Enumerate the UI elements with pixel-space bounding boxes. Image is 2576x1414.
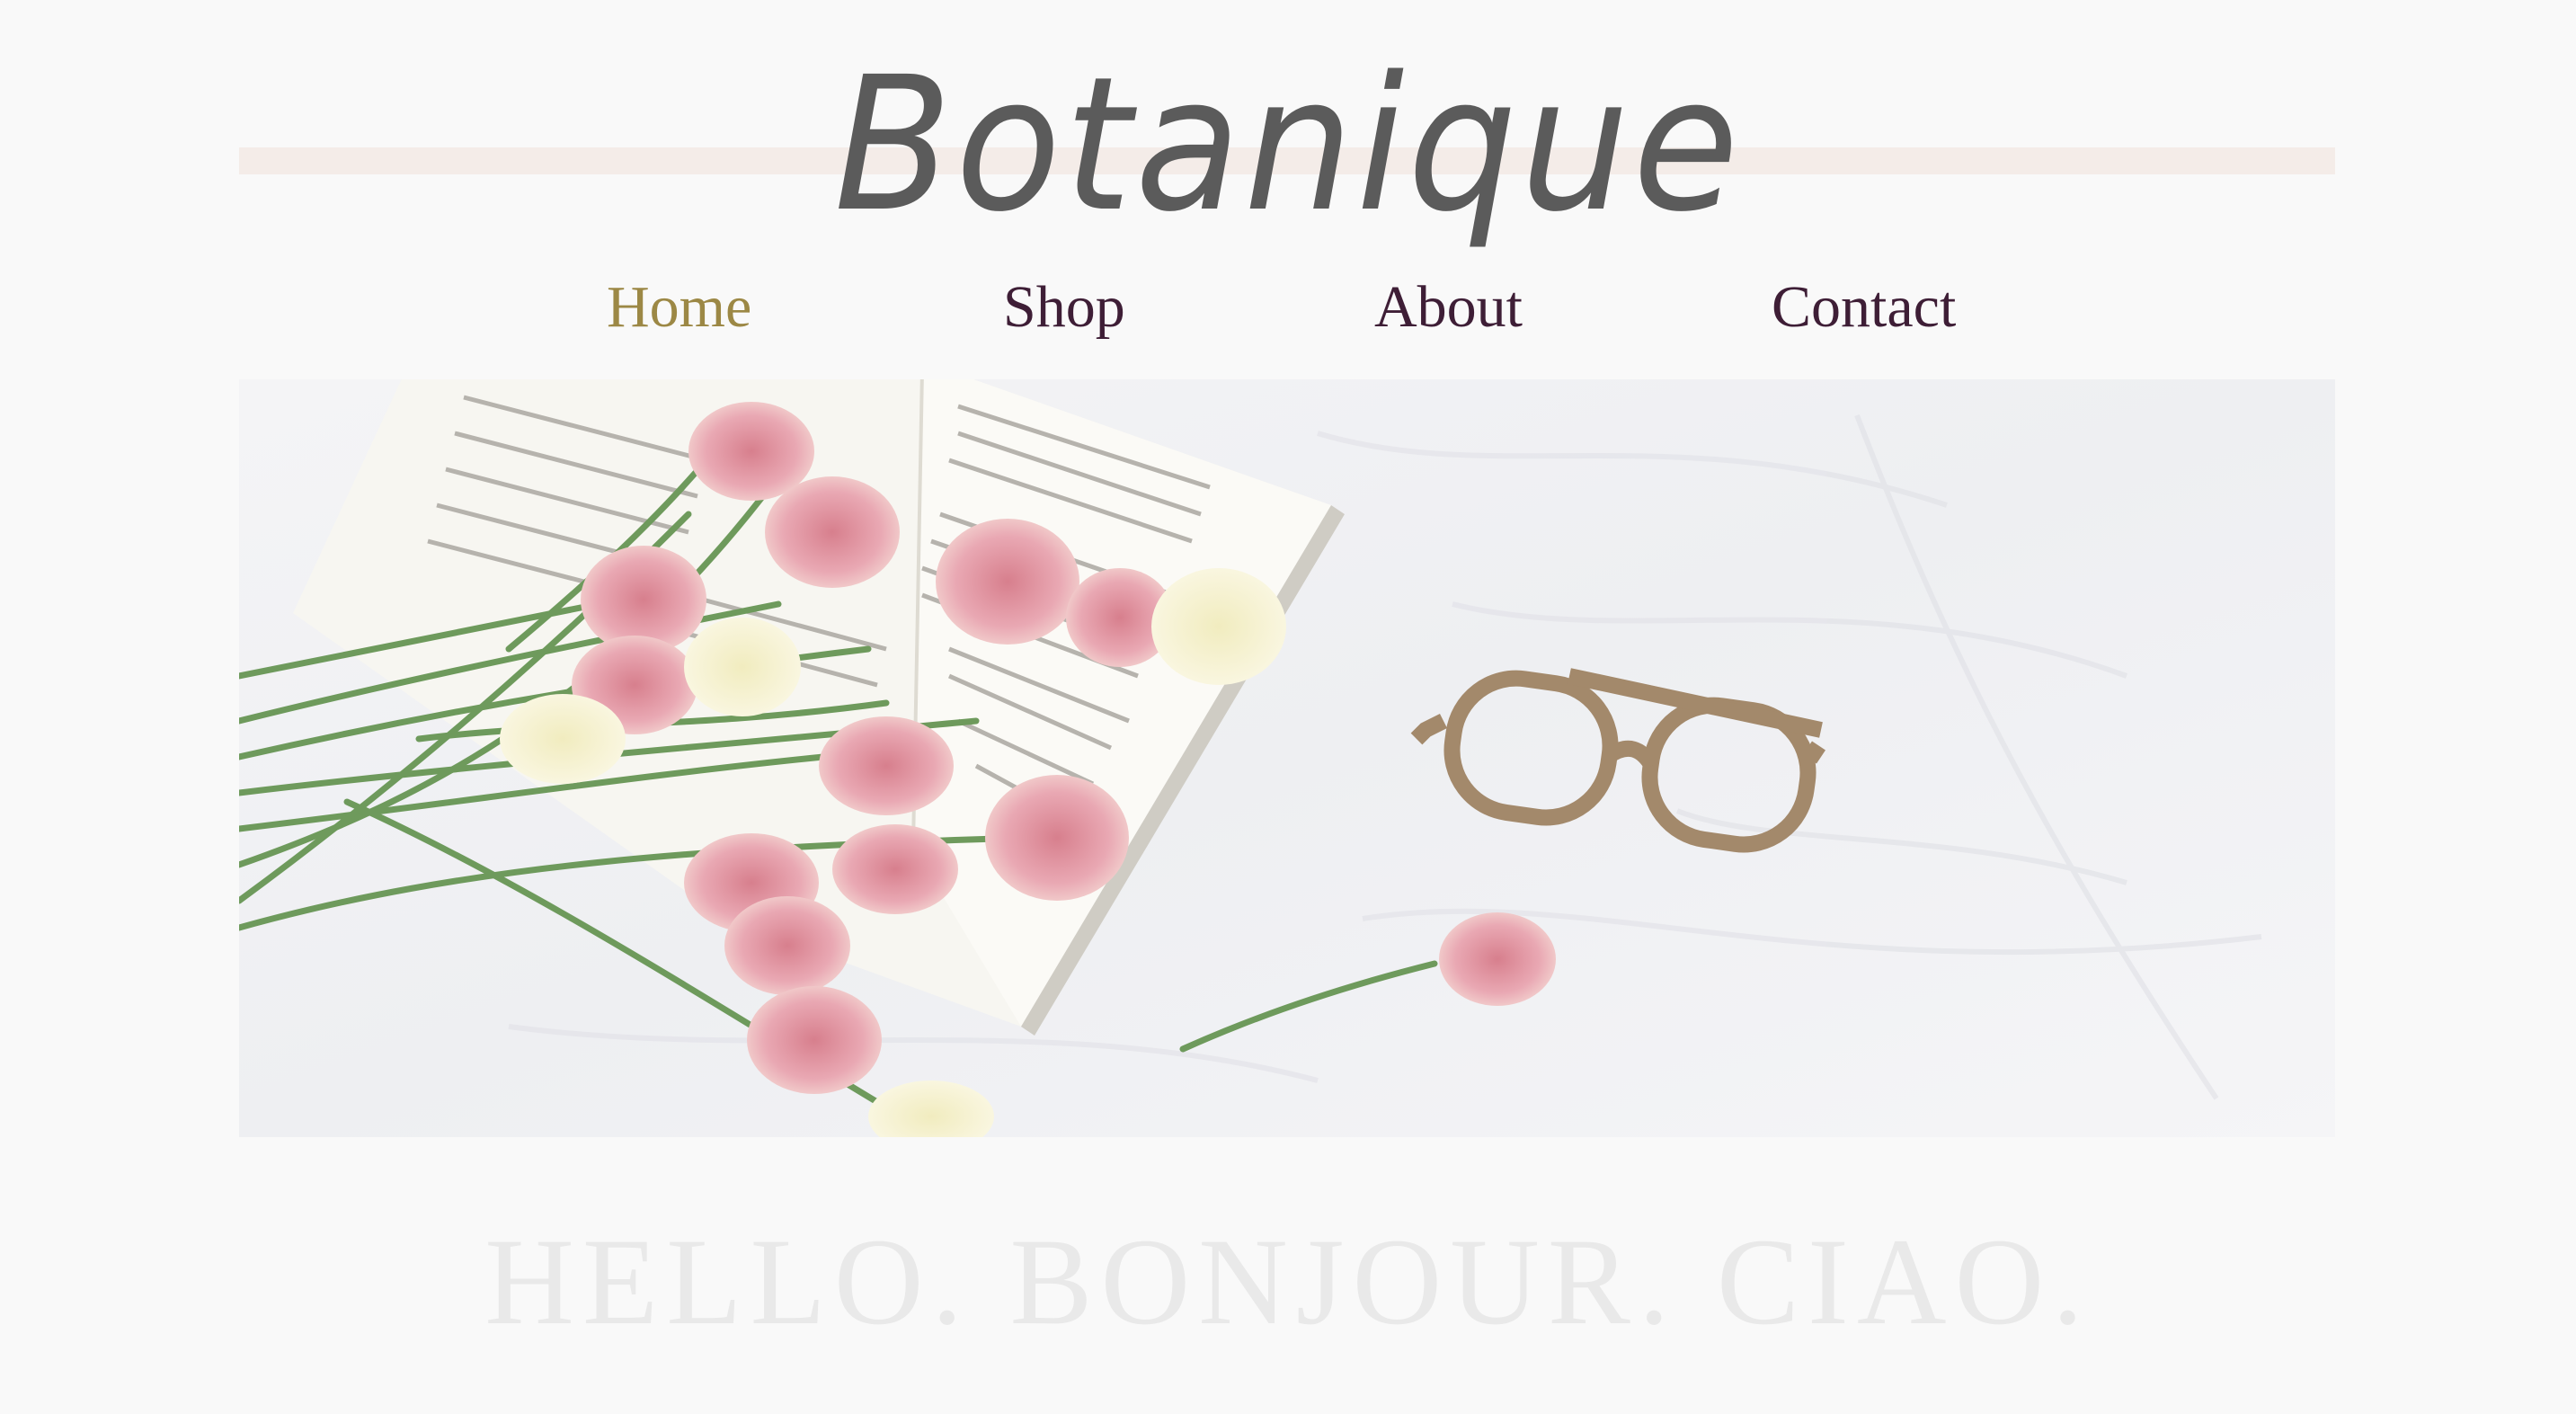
page: Botanique Home Shop About Contact HELLO.… [0, 0, 2576, 1414]
hero-image [239, 379, 2335, 1137]
greeting-heading: HELLO. BONJOUR. CIAO. [484, 1213, 2092, 1350]
nav-item-shop[interactable]: Shop [1003, 262, 1125, 352]
nav-item-about[interactable]: About [1374, 262, 1523, 352]
site-logo[interactable]: Botanique [90, 52, 2485, 237]
nav-item-home[interactable]: Home [607, 262, 751, 352]
nav-item-contact[interactable]: Contact [1772, 262, 1956, 352]
main-nav: Home Shop About Contact [0, 262, 2576, 352]
hero-illustration [239, 379, 2335, 1137]
